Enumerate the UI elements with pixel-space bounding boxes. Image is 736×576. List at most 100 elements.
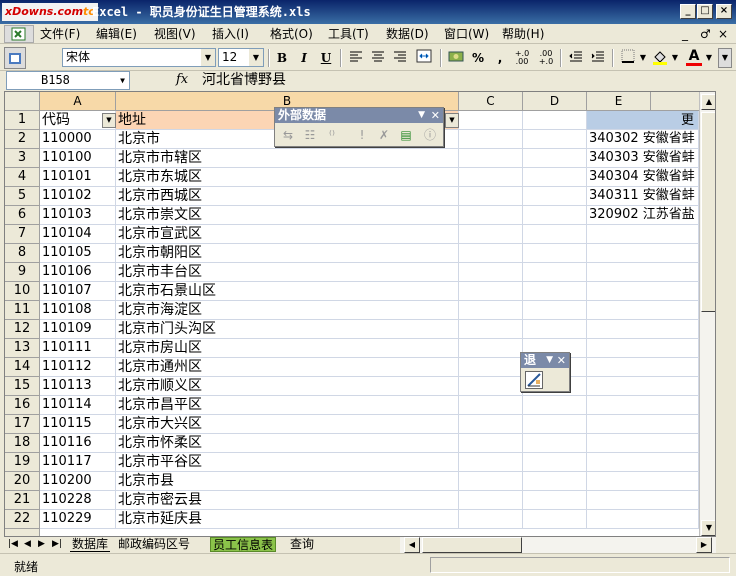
cell-a[interactable]: 110101	[40, 168, 116, 187]
close-icon[interactable]: ✕	[431, 108, 440, 123]
row-header[interactable]: 12	[5, 320, 40, 339]
cell-d[interactable]	[523, 206, 587, 225]
cell-b[interactable]: 北京市昌平区	[116, 396, 459, 415]
data-range-properties-icon[interactable]: ☷	[301, 126, 319, 144]
bold-button[interactable]: B	[272, 49, 292, 67]
cell-e[interactable]	[587, 472, 699, 491]
cell-c[interactable]	[459, 415, 523, 434]
doc-restore-button[interactable]: ♂	[700, 26, 711, 42]
exit-design-title[interactable]: 退 ▼ ✕	[521, 353, 569, 368]
cell-e[interactable]	[587, 453, 699, 472]
cell-a[interactable]: 110228	[40, 491, 116, 510]
cell-a[interactable]: 110112	[40, 358, 116, 377]
cell-a[interactable]: 110111	[40, 339, 116, 358]
cell-a[interactable]: 110229	[40, 510, 116, 529]
cell-c[interactable]	[459, 282, 523, 301]
cell-c[interactable]	[459, 339, 523, 358]
menu-data[interactable]: 数据(D)	[386, 26, 429, 42]
sheet-tab-database[interactable]: 数据库	[70, 537, 111, 552]
cell-c[interactable]	[459, 187, 523, 206]
cell-d[interactable]	[523, 168, 587, 187]
cell-e[interactable]	[587, 510, 699, 529]
cell-e[interactable]	[587, 396, 699, 415]
insert-function-icon[interactable]: fx	[176, 72, 188, 87]
cell-b[interactable]: 北京市崇文区	[116, 206, 459, 225]
maximize-button[interactable]: □	[697, 4, 713, 19]
toolbar-overflow-icon[interactable]: ▼	[718, 48, 732, 68]
cell-c[interactable]	[459, 244, 523, 263]
first-sheet-icon[interactable]: |◀	[6, 537, 20, 552]
cancel-refresh-icon[interactable]: ✗	[375, 126, 393, 144]
next-sheet-icon[interactable]: ▶	[36, 537, 47, 552]
row-header[interactable]: 9	[5, 263, 40, 282]
cell-a[interactable]: 110117	[40, 453, 116, 472]
edit-query-icon[interactable]: ⇆	[279, 126, 297, 144]
scroll-left-icon[interactable]: ◀	[404, 537, 420, 553]
cell-d[interactable]	[523, 244, 587, 263]
row-header[interactable]: 5	[5, 187, 40, 206]
cell-d[interactable]	[523, 225, 587, 244]
cell-a[interactable]: 110108	[40, 301, 116, 320]
cell-c[interactable]	[459, 396, 523, 415]
cell-c[interactable]	[459, 206, 523, 225]
menu-window[interactable]: 窗口(W)	[444, 26, 489, 42]
percent-button[interactable]: %	[468, 49, 488, 67]
chevron-down-icon[interactable]: ▼	[638, 49, 648, 67]
cell-e[interactable]	[587, 225, 699, 244]
cell-d[interactable]	[523, 263, 587, 282]
name-box[interactable]: B158 ▼	[6, 71, 130, 90]
menu-tools[interactable]: 工具(T)	[328, 26, 369, 42]
cell-d[interactable]	[523, 130, 587, 149]
cell-d[interactable]	[523, 415, 587, 434]
cell-a[interactable]: 110200	[40, 472, 116, 491]
cell-b[interactable]: 北京市密云县	[116, 491, 459, 510]
row-header[interactable]: 19	[5, 453, 40, 472]
chevron-down-icon[interactable]: ▼	[670, 49, 680, 67]
italic-button[interactable]: I	[294, 49, 314, 67]
menu-help[interactable]: 帮助(H)	[502, 26, 544, 42]
exit-design-mode-icon[interactable]	[525, 371, 543, 389]
cell-a[interactable]: 110115	[40, 415, 116, 434]
column-header-e[interactable]: E	[587, 92, 651, 111]
cell-d[interactable]	[523, 434, 587, 453]
cell-b[interactable]: 北京市宣武区	[116, 225, 459, 244]
cell-d[interactable]	[523, 510, 587, 529]
row-header[interactable]: 11	[5, 301, 40, 320]
toolbar-options-icon[interactable]	[4, 47, 26, 69]
chevron-down-icon[interactable]: ▼	[418, 108, 425, 123]
cell-c[interactable]	[459, 149, 523, 168]
refresh-all-icon[interactable]: ▤	[397, 126, 415, 144]
cell-e[interactable]: 340303 安徽省蚌	[587, 149, 699, 168]
cell-e[interactable]	[587, 377, 699, 396]
row-header[interactable]: 10	[5, 282, 40, 301]
row-header[interactable]: 20	[5, 472, 40, 491]
cell-c[interactable]	[459, 472, 523, 491]
cell-e[interactable]: 320902 江苏省盐	[587, 206, 699, 225]
row-header[interactable]: 3	[5, 149, 40, 168]
cell-d[interactable]	[523, 149, 587, 168]
filter-dropdown-icon[interactable]: ▼	[102, 113, 116, 128]
cell-e[interactable]	[587, 358, 699, 377]
cell-a[interactable]: 110113	[40, 377, 116, 396]
decrease-indent-icon[interactable]	[566, 49, 586, 67]
cell-c[interactable]	[459, 263, 523, 282]
cell-c[interactable]	[459, 434, 523, 453]
cell-b[interactable]: 北京市县	[116, 472, 459, 491]
doc-minimize-button[interactable]: _	[682, 26, 688, 42]
scroll-thumb[interactable]	[701, 112, 715, 312]
borders-icon[interactable]	[618, 49, 638, 67]
cell-b[interactable]: 北京市房山区	[116, 339, 459, 358]
cell-a[interactable]: 110100	[40, 149, 116, 168]
chevron-down-icon[interactable]: ▼	[704, 49, 714, 67]
cell-c[interactable]	[459, 225, 523, 244]
cell-e[interactable]	[587, 415, 699, 434]
font-size-select[interactable]: 12 ▼	[218, 48, 264, 67]
row-header[interactable]: 17	[5, 415, 40, 434]
cell-c[interactable]	[459, 377, 523, 396]
chevron-down-icon[interactable]: ▼	[546, 353, 553, 368]
cell-d[interactable]	[523, 491, 587, 510]
merge-center-icon[interactable]	[414, 49, 434, 67]
font-color-icon[interactable]: A	[684, 49, 704, 67]
cell-d[interactable]	[523, 472, 587, 491]
cell-e[interactable]: 340311 安徽省蚌	[587, 187, 699, 206]
